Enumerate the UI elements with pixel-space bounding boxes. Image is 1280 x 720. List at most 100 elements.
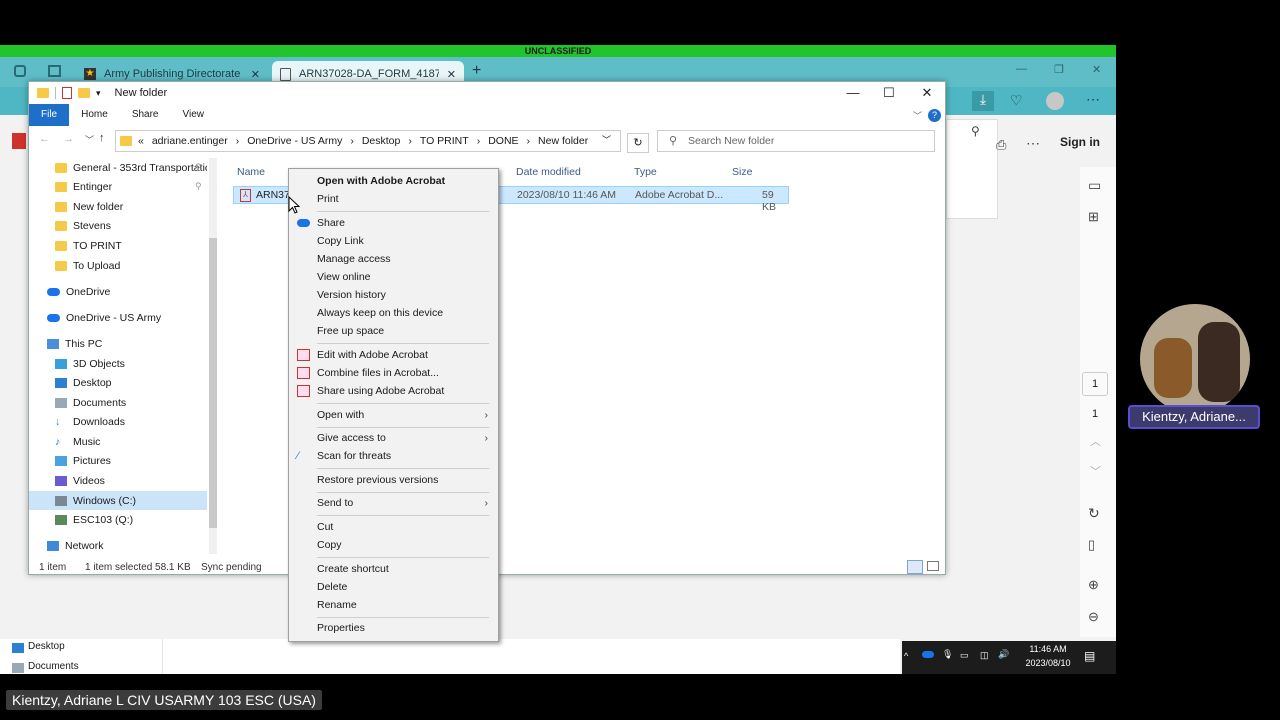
menu-give-access[interactable]: Give access to › — [289, 429, 498, 447]
menu-copy-link[interactable]: Copy Link — [289, 232, 498, 250]
back-icon[interactable]: ← — [39, 133, 50, 145]
more-icon[interactable]: ⋯ — [1086, 91, 1100, 108]
menu-edit-with-acrobat[interactable]: Edit with Adobe Acrobat — [289, 346, 498, 364]
address-bar[interactable]: « adriane.entinger › OneDrive - US Army › … — [115, 130, 621, 152]
zoom-in-icon[interactable]: ⊕ — [1088, 577, 1099, 593]
download-icon[interactable]: ⤓ — [972, 91, 994, 111]
tab-actions-icon[interactable] — [48, 65, 61, 77]
minimize-icon[interactable]: — — [1016, 63, 1027, 75]
workspaces-icon[interactable] — [14, 65, 26, 77]
nav-item-3d-objects[interactable]: 3D Objects — [29, 354, 207, 373]
nav-item-downloads[interactable]: ↓ Downloads — [29, 412, 207, 431]
address-dropdown-icon[interactable]: ﹀ — [602, 133, 611, 146]
zoom-out-icon[interactable]: ⊖ — [1088, 609, 1099, 625]
menu-copy[interactable]: Copy — [289, 536, 498, 554]
menu-print[interactable]: Print — [289, 190, 498, 208]
menu-share[interactable]: Share — [289, 214, 498, 232]
nav-item-windows-c[interactable]: Windows (C:) — [29, 491, 207, 510]
forward-icon[interactable]: → — [63, 133, 74, 145]
breadcrumb-item[interactable]: DONE — [488, 135, 518, 147]
nav-item-stevens[interactable]: Stevens — [29, 216, 207, 235]
details-view-icon[interactable] — [907, 560, 923, 574]
breadcrumb-item[interactable]: TO PRINT — [420, 135, 469, 147]
menu-delete[interactable]: Delete — [289, 578, 498, 596]
column-type[interactable]: Type — [634, 166, 657, 178]
nav-item-general[interactable]: General - 353rd Transportatic ⚲ — [29, 158, 207, 177]
pin-icon[interactable]: ⚲ — [195, 162, 202, 173]
close-window-icon[interactable]: ✕ — [1092, 63, 1101, 76]
new-folder-icon[interactable] — [78, 88, 90, 98]
column-name[interactable]: Name — [237, 166, 265, 178]
search-input[interactable]: Search New folder — [657, 130, 935, 152]
properties-icon[interactable] — [62, 87, 72, 99]
microphone-icon[interactable]: 🎙 — [942, 649, 953, 660]
nav-item-entinger[interactable]: Entinger ⚲ — [29, 177, 207, 196]
menu-scan-threats[interactable]: ⁄ Scan for threats — [289, 447, 498, 465]
breadcrumb-item[interactable]: OneDrive - US Army — [247, 135, 342, 147]
up-icon[interactable]: ↑ — [99, 132, 105, 144]
nav-item-network[interactable]: Network — [29, 536, 207, 555]
page-down-icon[interactable]: ﹀ — [1090, 463, 1101, 479]
page-number-box[interactable]: 1 — [1082, 372, 1108, 396]
nav-item-onedrive[interactable]: OneDrive — [29, 282, 207, 301]
help-icon[interactable]: ? — [928, 108, 941, 122]
close-icon[interactable]: ✕ — [447, 68, 456, 81]
onedrive-tray-icon[interactable] — [922, 651, 934, 658]
menu-view-online[interactable]: View online — [289, 268, 498, 286]
tab-share[interactable]: Share — [120, 104, 171, 126]
nav-item-this-pc[interactable]: This PC — [29, 334, 207, 353]
bottom-nav-desktop[interactable]: Desktop — [28, 641, 65, 652]
column-date-modified[interactable]: Date modified — [516, 166, 581, 178]
menu-combine-files[interactable]: Combine files in Acrobat... — [289, 364, 498, 382]
menu-share-acrobat[interactable]: Share using Adobe Acrobat — [289, 382, 498, 400]
nav-item-documents[interactable]: Documents — [29, 393, 207, 412]
menu-manage-access[interactable]: Manage access — [289, 250, 498, 268]
menu-version-history[interactable]: Version history — [289, 286, 498, 304]
clock-time[interactable]: 11:46 AM — [1020, 644, 1076, 654]
clock-date[interactable]: 2023/08/10 — [1020, 658, 1076, 668]
menu-rename[interactable]: Rename — [289, 596, 498, 614]
bottom-nav-documents[interactable]: Documents — [28, 661, 79, 672]
ribbon-expand-icon[interactable]: ﹀ — [913, 109, 922, 122]
quick-access-dropdown-icon[interactable]: ▾ — [96, 88, 101, 99]
page-up-icon[interactable]: ︿ — [1090, 433, 1101, 449]
maximize-icon[interactable]: ❐ — [1054, 63, 1064, 76]
profile-icon[interactable] — [1046, 92, 1064, 110]
menu-send-to[interactable]: Send to › — [289, 494, 498, 512]
nav-item-music[interactable]: ♪ Music — [29, 432, 207, 451]
pdf-more-icon[interactable]: ⋯ — [1026, 135, 1040, 152]
comment-icon[interactable]: ▭ — [1088, 177, 1101, 194]
maximize-button[interactable]: ☐ — [871, 82, 907, 104]
nav-item-onedrive-army[interactable]: OneDrive - US Army — [29, 308, 207, 327]
tab-view[interactable]: View — [171, 104, 217, 126]
menu-create-shortcut[interactable]: Create shortcut — [289, 560, 498, 578]
menu-open-with-acrobat[interactable]: Open with Adobe Acrobat — [289, 172, 498, 190]
menu-open-with[interactable]: Open with › — [289, 406, 498, 424]
column-size[interactable]: Size — [732, 166, 752, 178]
nav-item-esc103[interactable]: ESC103 (Q:) — [29, 510, 207, 529]
close-icon[interactable]: ✕ — [251, 68, 260, 81]
menu-free-up-space[interactable]: Free up space — [289, 322, 498, 340]
battery-icon[interactable]: ▭ — [960, 650, 969, 661]
breadcrumb-item[interactable]: adriane.entinger — [152, 135, 228, 147]
breadcrumb-item[interactable]: Desktop — [362, 135, 401, 147]
nav-item-pictures[interactable]: Pictures — [29, 451, 207, 470]
tab-file[interactable]: File — [29, 104, 70, 126]
pin-icon[interactable]: ⚲ — [971, 124, 980, 138]
health-icon[interactable]: ♡ — [1010, 92, 1023, 109]
print-icon[interactable]: ⎙ — [996, 137, 1006, 153]
chevron-up-icon[interactable]: ^ — [904, 651, 908, 661]
menu-restore-versions[interactable]: Restore previous versions — [289, 471, 498, 489]
large-icons-view-icon[interactable] — [927, 561, 939, 571]
nav-item-videos[interactable]: Videos — [29, 471, 207, 490]
tab-home[interactable]: Home — [69, 104, 120, 126]
volume-icon[interactable]: 🔊 — [998, 649, 1009, 660]
recent-locations-icon[interactable]: ﹀ — [85, 133, 94, 146]
thumbnails-icon[interactable]: ⊞ — [1088, 209, 1099, 225]
nav-scrollbar-thumb[interactable] — [209, 238, 217, 528]
nav-item-desktop[interactable]: Desktop — [29, 373, 207, 392]
nav-item-to-print[interactable]: TO PRINT — [29, 236, 207, 255]
fit-page-icon[interactable]: ▯ — [1088, 537, 1095, 553]
nav-item-new-folder[interactable]: New folder — [29, 197, 207, 216]
network-tray-icon[interactable]: ◫ — [980, 650, 989, 661]
